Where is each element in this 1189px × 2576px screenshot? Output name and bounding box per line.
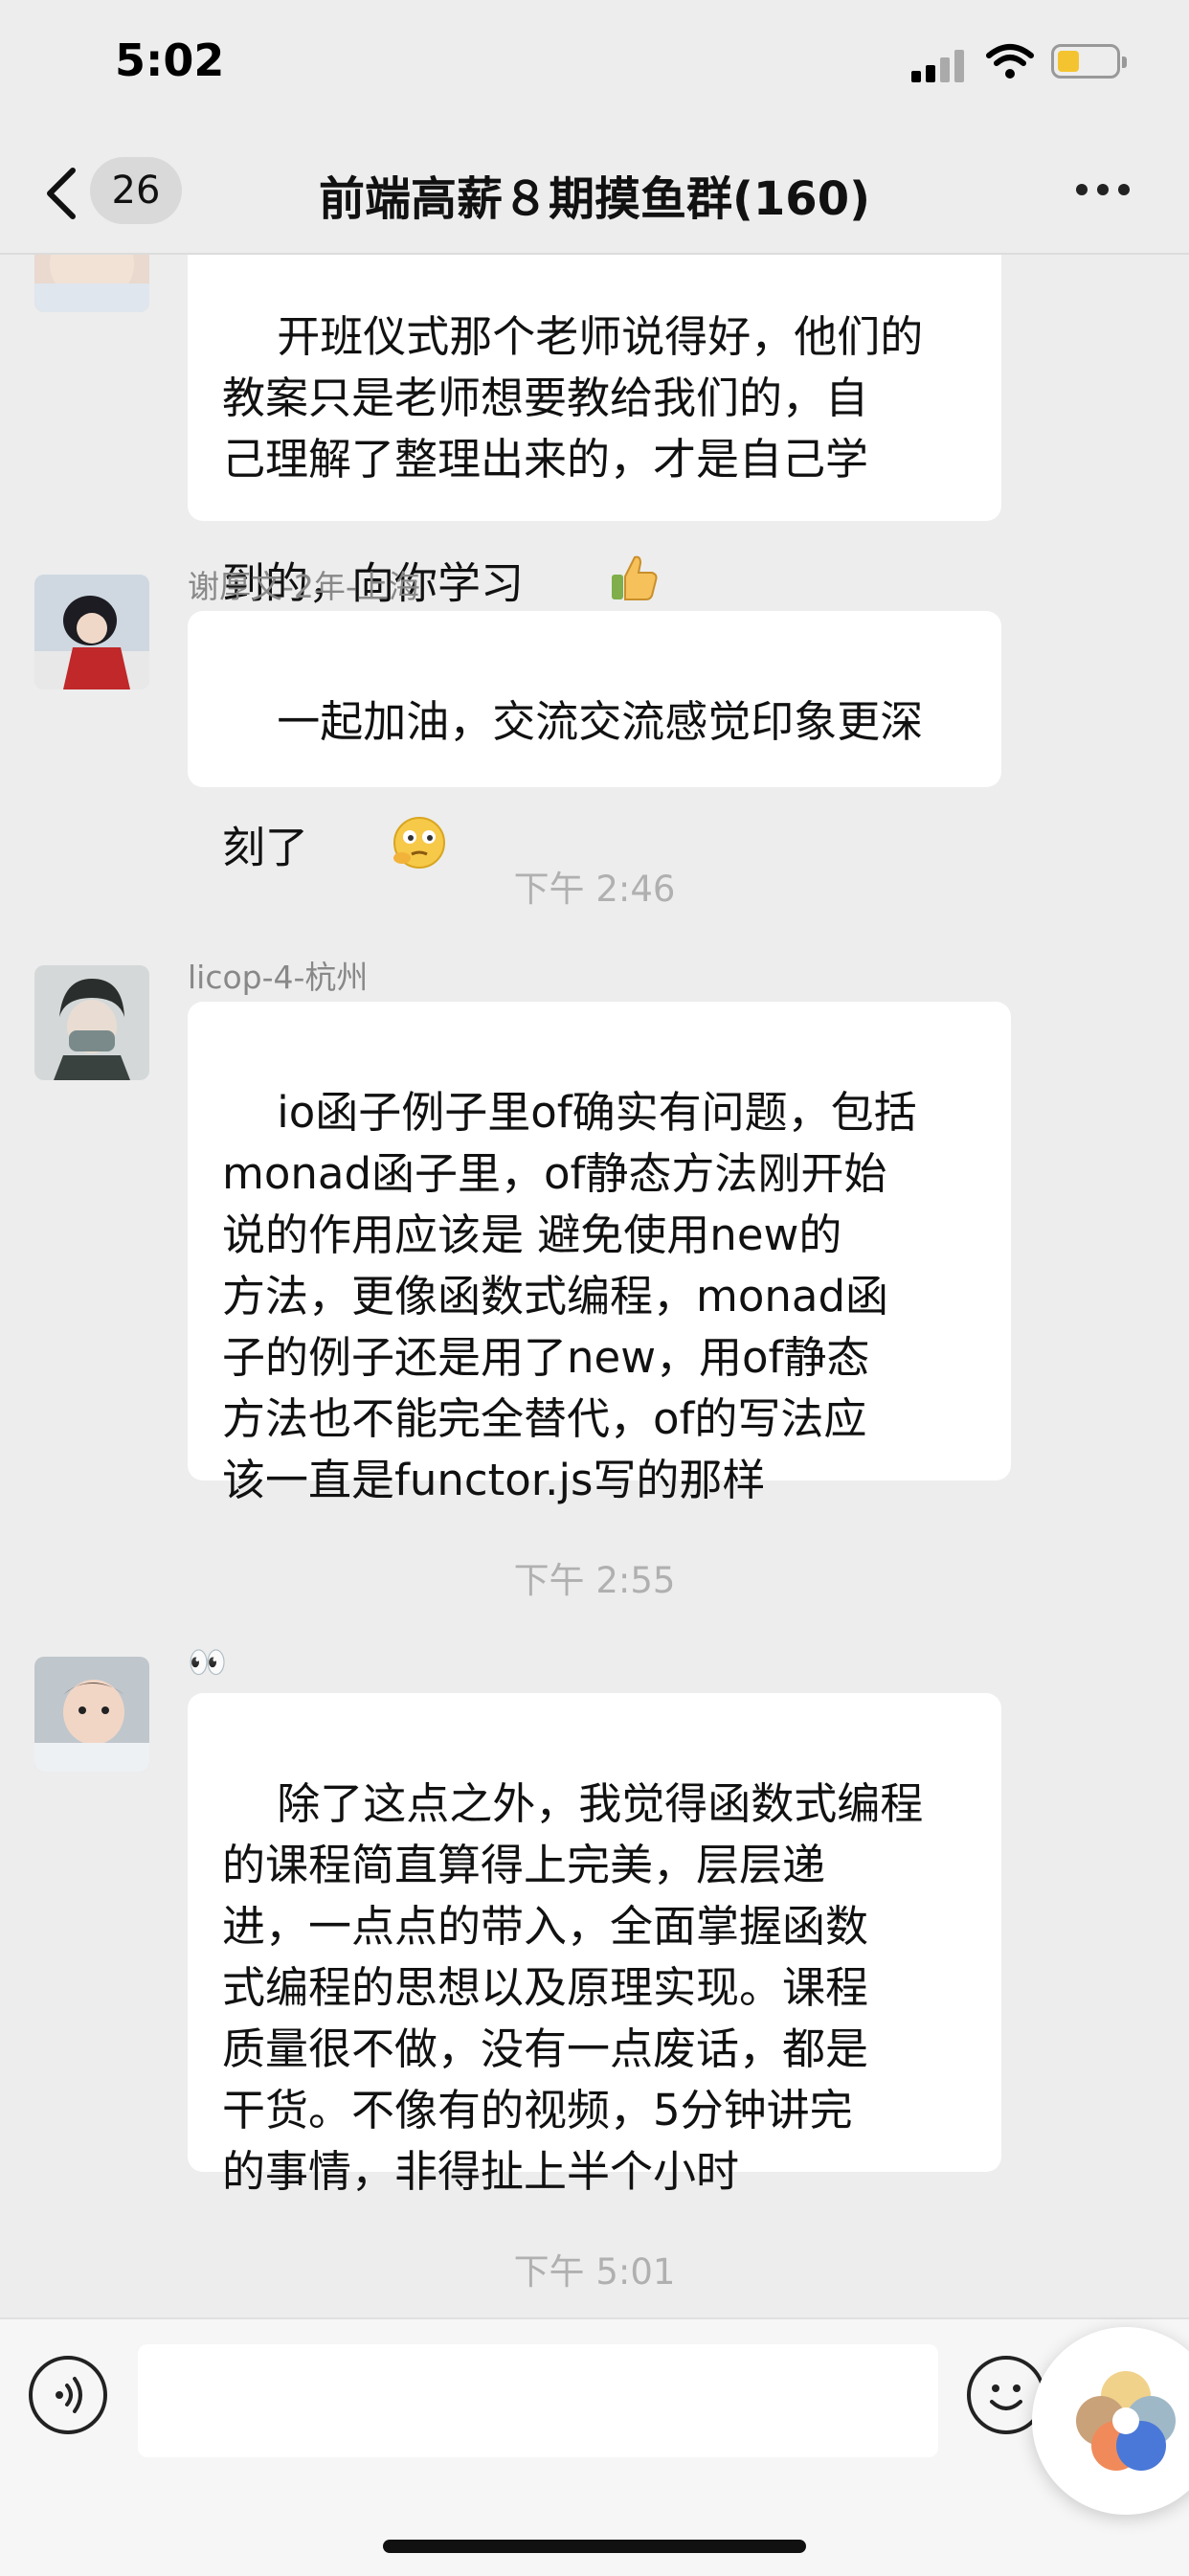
- sender-name: 谢厚文-2年-上海: [188, 568, 420, 605]
- avatar[interactable]: [34, 575, 149, 689]
- status-bar: 5:02: [0, 0, 1189, 134]
- avatar[interactable]: [34, 1657, 149, 1772]
- sender-name: licop-4-杭州: [188, 959, 369, 996]
- more-dots-icon[interactable]: [1076, 184, 1133, 203]
- battery-icon: [1051, 44, 1127, 79]
- input-bar: [0, 2317, 1189, 2576]
- avatar[interactable]: [34, 965, 149, 1080]
- cellular-signal-icon: [911, 50, 969, 82]
- message-timestamp: 下午 2:55: [513, 1560, 676, 1601]
- message-input[interactable]: [138, 2344, 938, 2457]
- message-bubble[interactable]: 一起加油，交流交流感觉印象更深 刻了: [188, 611, 1001, 873]
- sender-name: 👀: [188, 1643, 228, 1681]
- message-timestamp: 下午 2:46: [513, 869, 676, 910]
- chat-header: 26 前端高薪８期摸鱼群(160): [0, 134, 1189, 255]
- chat-title: 前端高薪８期摸鱼群(160): [318, 172, 871, 226]
- message-timestamp: 下午 5:01: [513, 2251, 676, 2293]
- wifi-icon: [986, 42, 1034, 80]
- message-text: io函子例子里of确实有问题，包括 monad函子里，of静态方法刚开始 说的作…: [222, 1087, 917, 1505]
- message-list[interactable]: 开班仪式那个老师说得好，他们的 教案只是老师想要教给我们的，自 己理解了整理出来…: [0, 255, 1189, 2317]
- message-bubble[interactable]: io函子例子里of确实有问题，包括 monad函子里，of静态方法刚开始 说的作…: [188, 1002, 1011, 1505]
- floating-window-icon[interactable]: [1032, 2327, 1189, 2515]
- voice-icon[interactable]: [29, 2356, 107, 2434]
- message-text: 除了这点之外，我觉得函数式编程 的课程简直算得上完美，层层递 进，一点点的带入，…: [222, 1778, 924, 2197]
- thinking-face-icon: [308, 753, 448, 949]
- status-time: 5:02: [115, 34, 225, 86]
- message-bubble[interactable]: 除了这点之外，我觉得函数式编程 的课程简直算得上完美，层层递 进，一点点的带入，…: [188, 1693, 1001, 2197]
- avatar[interactable]: [34, 255, 149, 312]
- home-indicator: [383, 2540, 806, 2553]
- message-bubble[interactable]: 开班仪式那个老师说得好，他们的 教案只是老师想要教给我们的，自 己理解了整理出来…: [188, 255, 1001, 609]
